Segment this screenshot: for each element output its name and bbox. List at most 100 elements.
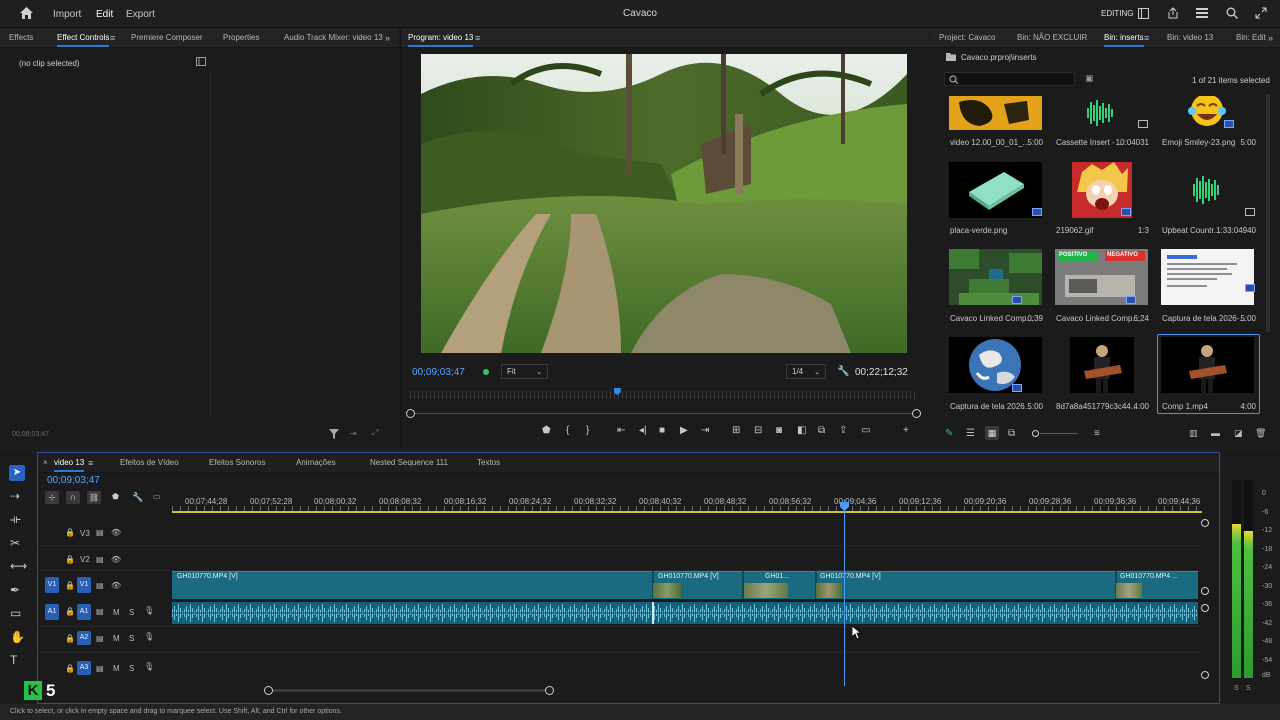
bin-item-thumbnail[interactable] xyxy=(1161,96,1254,130)
lock-icon[interactable]: 🔒 xyxy=(65,607,75,616)
wrench-icon[interactable]: 🔧 xyxy=(837,366,849,377)
mute-button[interactable]: M xyxy=(113,634,120,643)
tab-project[interactable]: Project: Cavaco xyxy=(939,33,995,42)
tab-premiere-composer[interactable]: Premiere Composer xyxy=(131,33,203,42)
search-icon[interactable] xyxy=(1226,7,1238,19)
bin-search-input[interactable] xyxy=(944,72,1075,86)
add-button-icon[interactable]: + xyxy=(903,425,909,436)
tab-properties[interactable]: Properties xyxy=(223,33,259,42)
track-label-a3[interactable]: A3 xyxy=(77,661,91,675)
bin-item-thumbnail[interactable] xyxy=(1161,249,1254,305)
sync-lock-icon[interactable]: ▤ xyxy=(96,634,104,643)
add-marker-icon[interactable]: ⬟ xyxy=(112,492,119,501)
timeline-current-timecode[interactable]: 00;09;03;47 xyxy=(47,475,100,486)
eye-icon[interactable]: 👁 xyxy=(111,528,121,537)
new-item-icon[interactable]: ◪ xyxy=(1234,428,1243,439)
lock-icon[interactable]: 🔒 xyxy=(65,634,75,643)
tab-bin-nao-excluir[interactable]: Bin: NÃO EXCLUIR xyxy=(1017,33,1087,42)
trash-icon[interactable]: 🗑 xyxy=(1255,428,1266,439)
tab-effects[interactable]: Effects xyxy=(9,33,33,42)
selection-tool-icon[interactable]: ➤ xyxy=(9,465,25,481)
timeline-horizontal-scrollbar[interactable] xyxy=(268,689,550,692)
lift-icon[interactable]: ⊞ xyxy=(732,425,740,436)
close-icon[interactable]: × xyxy=(43,458,48,467)
tab-sequence-efeitos-sonoros[interactable]: Efeitos Sonoros xyxy=(209,458,265,467)
resolution-dropdown[interactable]: 1/4 ⌄ xyxy=(786,364,826,379)
meter-solo-left[interactable]: S xyxy=(1234,685,1239,692)
play-icon[interactable]: ▶ xyxy=(680,425,688,436)
video-scroll-handle-top[interactable] xyxy=(1201,519,1209,527)
solo-button[interactable]: S xyxy=(129,664,134,673)
go-to-out-icon[interactable]: ⇥ xyxy=(701,425,709,436)
sync-lock-icon[interactable]: ▤ xyxy=(96,581,104,590)
meter-solo-right[interactable]: S xyxy=(1246,685,1251,692)
bin-item-thumbnail[interactable] xyxy=(1161,162,1254,218)
source-patch-a1[interactable]: A1 xyxy=(45,604,59,620)
program-zoom-bar[interactable] xyxy=(410,413,917,414)
zoom-handle-right[interactable] xyxy=(912,409,921,418)
panel-toggle-icon[interactable] xyxy=(196,57,206,66)
stop-icon[interactable]: ■ xyxy=(659,425,665,436)
tab-audio-track-mixer[interactable]: Audio Track Mixer: video 13 xyxy=(284,33,383,42)
track-label-a2[interactable]: A2 xyxy=(77,631,91,645)
new-bin-icon[interactable]: ▬ xyxy=(1211,428,1220,438)
pen-icon[interactable]: ✒ xyxy=(10,583,20,597)
microphone-icon[interactable]: 🎙 xyxy=(144,662,154,671)
bin-menu-icon[interactable]: ≡ xyxy=(1144,33,1149,43)
extract-icon[interactable]: ⊟ xyxy=(754,425,762,436)
rectangle-icon[interactable]: ▭ xyxy=(10,606,21,620)
step-back-icon[interactable]: ◂| xyxy=(639,425,647,436)
tab-bin-video-13[interactable]: Bin: video 13 xyxy=(1167,33,1213,42)
menu-export[interactable]: Export xyxy=(126,9,155,20)
razor-icon[interactable]: ✂ xyxy=(10,536,20,550)
eye-icon[interactable]: 👁 xyxy=(111,555,121,564)
automate-icon[interactable]: ▥ xyxy=(1189,428,1198,439)
sequence-menu-icon[interactable]: ≡ xyxy=(88,458,93,468)
solo-button[interactable]: S xyxy=(129,608,134,617)
program-menu-icon[interactable]: ≡ xyxy=(475,33,480,43)
program-video-frame[interactable] xyxy=(421,54,907,353)
bin-item-thumbnail[interactable] xyxy=(949,96,1042,130)
sync-lock-icon[interactable]: ▤ xyxy=(96,555,104,564)
filter-icon[interactable] xyxy=(329,429,339,439)
microphone-icon[interactable]: 🎙 xyxy=(144,632,154,641)
home-icon[interactable] xyxy=(20,7,33,19)
go-to-in-icon[interactable]: ⇤ xyxy=(617,425,625,436)
tab-bin-edit[interactable]: Bin: Edit xyxy=(1236,33,1266,42)
audio-clip[interactable] xyxy=(172,602,1198,624)
work-area-bar[interactable] xyxy=(172,511,1202,513)
expand-icon[interactable]: ⤢ xyxy=(372,428,378,438)
bin-item-thumbnail[interactable] xyxy=(1161,337,1254,393)
workspace-label[interactable]: EDITING xyxy=(1101,9,1133,18)
microphone-icon[interactable]: 🎙 xyxy=(144,606,154,615)
list-view-icon[interactable]: ☰ xyxy=(966,428,975,439)
tab-sequence-animacoes[interactable]: Animações xyxy=(296,458,336,467)
audio-scroll-handle-top[interactable] xyxy=(1201,604,1209,612)
mark-in-icon[interactable]: { xyxy=(566,425,569,436)
tab-effect-controls[interactable]: Effect Controls xyxy=(57,33,110,47)
pencil-icon[interactable]: ✎ xyxy=(945,428,953,439)
lock-icon[interactable]: 🔒 xyxy=(65,555,75,564)
lock-icon[interactable]: 🔒 xyxy=(65,664,75,673)
lock-icon[interactable]: 🔒 xyxy=(65,581,75,590)
tab-sequence-efeitos-video[interactable]: Efeitos de Vídeo xyxy=(120,458,179,467)
panel-layout-icon[interactable] xyxy=(1138,8,1149,19)
scrollbar-handle-right[interactable] xyxy=(545,686,554,695)
fit-dropdown[interactable]: Fit ⌄ xyxy=(501,364,548,379)
sync-lock-icon[interactable]: ▤ xyxy=(96,607,104,616)
nest-icon[interactable]: ⊹ xyxy=(45,491,59,504)
scrollbar-handle-left[interactable] xyxy=(264,686,273,695)
zoom-slider-handle[interactable] xyxy=(1032,430,1039,437)
tab-menu-icon[interactable]: ≡ xyxy=(110,33,115,43)
menu-lines-icon[interactable] xyxy=(1196,8,1208,18)
bin-item-thumbnail[interactable] xyxy=(1070,337,1134,393)
export-frame-icon[interactable]: ⇥ xyxy=(350,429,357,438)
tab-sequence-textos[interactable]: Textos xyxy=(477,458,500,467)
sync-lock-icon[interactable]: ▤ xyxy=(96,528,104,537)
sort-icon[interactable]: ≡ xyxy=(1094,428,1100,439)
proxy-icon[interactable]: ⧉ xyxy=(818,425,825,436)
menu-import[interactable]: Import xyxy=(53,9,81,20)
zoom-handle-left[interactable] xyxy=(406,409,415,418)
bin-item-thumbnail[interactable] xyxy=(949,337,1042,393)
video-scroll-handle-bottom[interactable] xyxy=(1201,587,1209,595)
